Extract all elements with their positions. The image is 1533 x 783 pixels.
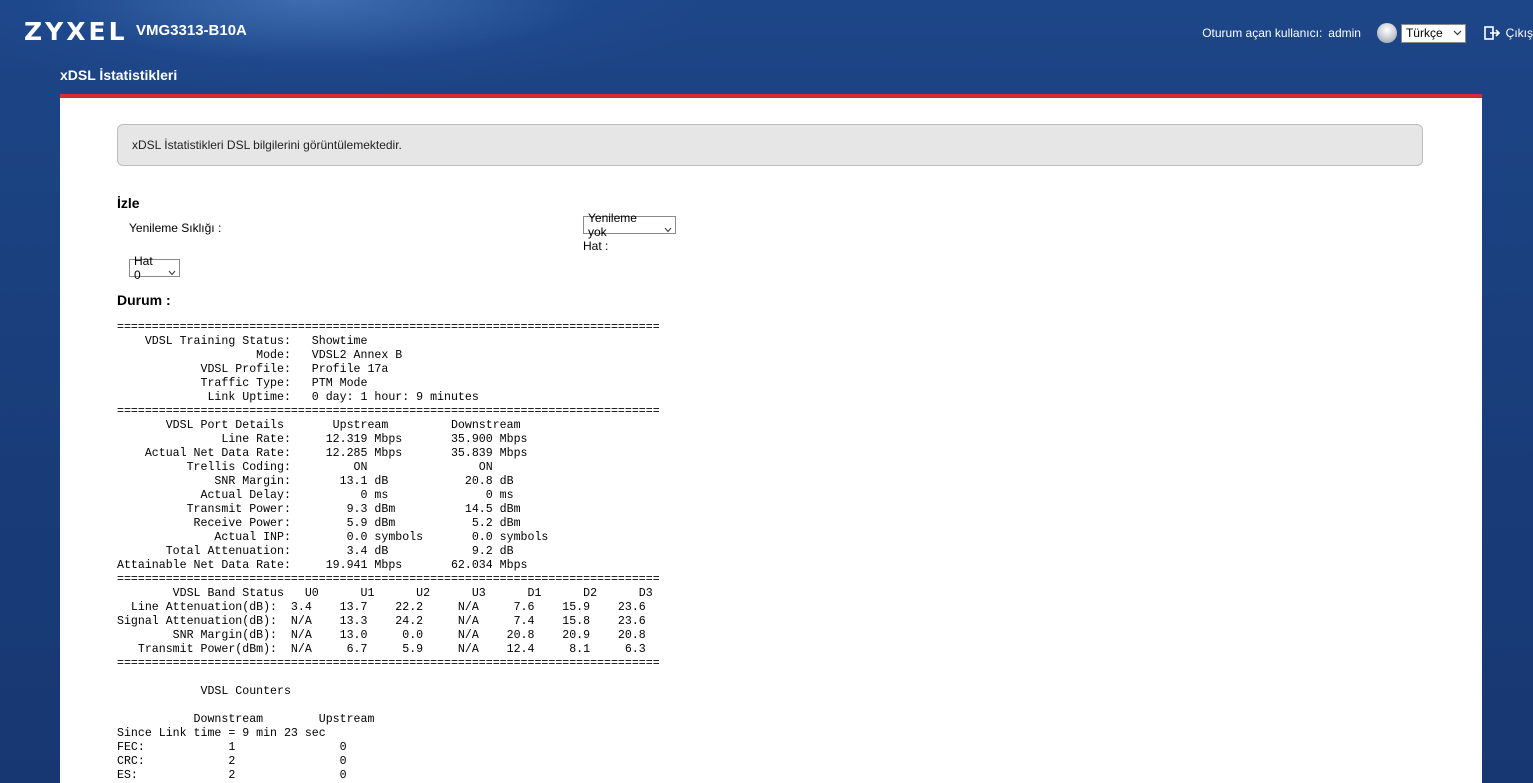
logout-link[interactable]: Çıkış bbox=[1506, 26, 1533, 40]
line-label: Hat : bbox=[583, 239, 609, 253]
logged-in-user-label: Oturum açan kullanıcı: bbox=[1202, 26, 1323, 40]
language-select-value: Türkçe bbox=[1405, 26, 1443, 40]
logged-in-user-name: admin bbox=[1328, 26, 1361, 40]
monitor-section-title: İzle bbox=[117, 195, 140, 211]
dsl-statistics-output: ========================================… bbox=[117, 321, 660, 782]
info-box: xDSL İstatistikleri DSL bilgilerini görü… bbox=[117, 124, 1423, 166]
zyxel-logo: ZYXEL bbox=[24, 17, 128, 46]
chevron-down-icon bbox=[1453, 28, 1462, 39]
logout-icon[interactable] bbox=[1483, 25, 1500, 41]
refresh-rate-select[interactable]: Yenileme yok bbox=[583, 211, 676, 239]
status-section-title: Durum : bbox=[117, 292, 171, 308]
info-text: xDSL İstatistikleri DSL bilgilerini görü… bbox=[132, 138, 402, 152]
line-select[interactable]: Hat 0 bbox=[129, 254, 180, 282]
user-avatar-icon bbox=[1376, 23, 1397, 43]
top-bar: ZYXEL VMG3313-B10A Oturum açan kullanıcı… bbox=[0, 0, 1533, 64]
content-panel: xDSL İstatistikleri DSL bilgilerini görü… bbox=[60, 94, 1482, 783]
device-model: VMG3313-B10A bbox=[136, 22, 247, 39]
refresh-rate-label: Yenileme Sıklığı : bbox=[129, 221, 222, 235]
language-select[interactable]: Türkçe bbox=[1400, 23, 1466, 43]
chevron-down-icon bbox=[664, 222, 672, 232]
page-title: xDSL İstatistikleri bbox=[60, 67, 178, 83]
chevron-down-icon bbox=[168, 265, 176, 275]
refresh-rate-select-value: Yenileme yok bbox=[588, 211, 637, 239]
user-area: Oturum açan kullanıcı: admin Türkçe Çıkı… bbox=[1202, 20, 1533, 46]
line-select-value: Hat 0 bbox=[134, 254, 153, 282]
